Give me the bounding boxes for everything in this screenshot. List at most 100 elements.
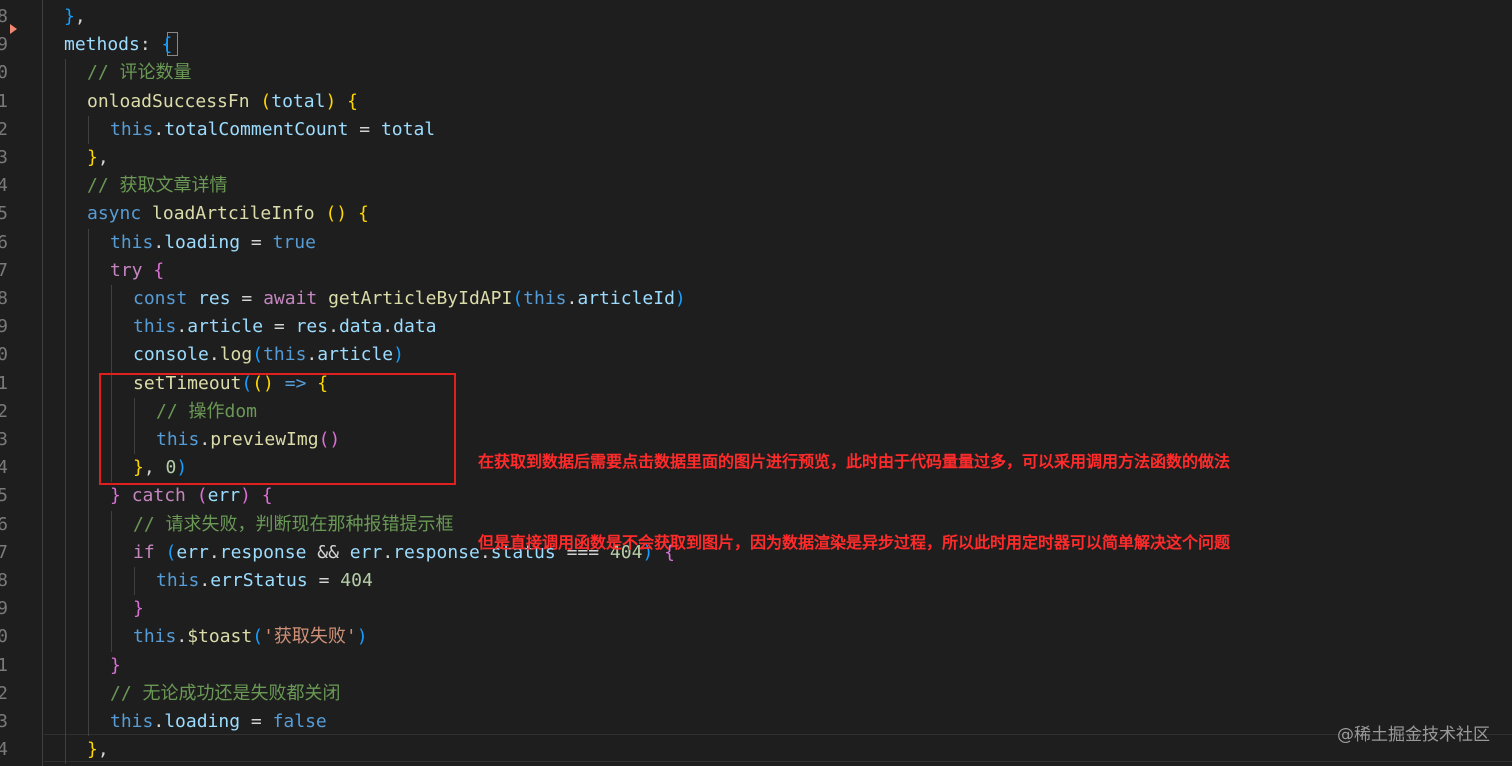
code-line[interactable]: // 评论数量 [87, 59, 192, 87]
code-token: getArticleByIdAPI [328, 288, 513, 309]
line-number: 2 [0, 400, 8, 422]
code-token: , [97, 739, 109, 761]
code-line[interactable]: methods: { [64, 31, 172, 59]
code-token: , [74, 6, 86, 27]
annotation-highlight-box [99, 373, 456, 485]
code-token: async [87, 203, 142, 225]
code-token: ) [674, 288, 686, 309]
code-token: try [110, 259, 143, 281]
code-line[interactable]: this.errStatus = 404 [156, 567, 373, 595]
code-token: } [133, 598, 144, 620]
code-token: // 请求失败，判断现在那种报错提示框 [133, 513, 454, 535]
code-line[interactable]: this.$toast('获取失败') [133, 623, 368, 651]
code-token: response [393, 541, 480, 563]
code-token: loadArtcileInfo [152, 203, 315, 225]
line-number: 5 [0, 485, 8, 507]
code-token: '获取失败' [263, 626, 357, 648]
line-number: 4 [0, 457, 8, 479]
code-line[interactable]: try { [110, 257, 164, 285]
code-line[interactable]: console.log(this.article) [133, 341, 404, 369]
code-token: } [64, 6, 75, 27]
indent-guide [65, 59, 66, 765]
code-line[interactable]: // 获取文章详情 [87, 172, 228, 200]
code-token: totalCommentCount [164, 118, 349, 140]
code-token: // 无论成功还是失败都关闭 [110, 682, 341, 704]
line-number: 6 [0, 231, 8, 253]
current-line-highlight [44, 734, 1512, 762]
line-number: 7 [0, 541, 8, 563]
code-token: ) [393, 344, 404, 366]
code-token: console [133, 344, 209, 366]
code-line[interactable]: // 请求失败，判断现在那种报错提示框 [133, 511, 454, 539]
code-line[interactable]: }, [87, 736, 109, 764]
code-token: ( [252, 344, 264, 366]
line-number: 1 [0, 372, 8, 394]
code-token: { [347, 90, 358, 112]
code-token: res [295, 316, 329, 338]
code-token: ( [196, 485, 208, 507]
watermark: @稀土掘金技术社区 [1337, 725, 1490, 745]
code-token: && [306, 541, 350, 563]
code-line[interactable]: } [110, 652, 121, 680]
code-line[interactable]: }, [64, 3, 86, 31]
line-number: 4 [0, 739, 8, 761]
code-token: // 评论数量 [87, 62, 192, 84]
code-line[interactable]: onloadSuccessFn (total) { [87, 88, 358, 116]
code-token: this [263, 344, 307, 366]
code-token: } [87, 147, 98, 168]
code-line[interactable]: } catch (err) { [110, 482, 273, 510]
code-token: article [187, 316, 264, 338]
code-line[interactable]: this.totalCommentCount = total [110, 116, 435, 144]
code-line[interactable]: // 无论成功还是失败都关闭 [110, 680, 341, 708]
code-token: total [271, 90, 326, 112]
line-number: 9 [0, 34, 8, 56]
code-token: . [176, 626, 188, 648]
code-token: loading [164, 231, 241, 253]
code-token: . [176, 316, 188, 338]
line-number: 3 [0, 147, 8, 168]
code-token: , [97, 147, 109, 168]
code-line[interactable]: const res = await getArticleByIdAPI(this… [133, 285, 686, 313]
line-number: 8 [0, 288, 8, 309]
code-line[interactable]: async loadArtcileInfo () { [87, 200, 369, 228]
code-token: articleId [577, 288, 675, 309]
line-number: 5 [0, 203, 8, 225]
code-line[interactable]: this.loading = true [110, 229, 316, 257]
code-line[interactable]: }, [87, 144, 109, 172]
indent-guide [42, 0, 43, 766]
code-token: . [328, 316, 339, 338]
code-token: article [317, 344, 394, 366]
code-line[interactable]: } [133, 595, 144, 623]
code-token: ( [512, 288, 524, 309]
code-editor[interactable]: 890123456789012345678901234 }, methods: {… [0, 0, 1512, 766]
code-token: { [357, 203, 369, 225]
code-token: onloadSuccessFn [87, 90, 250, 112]
code-token: = [240, 711, 273, 732]
code-token: . [153, 231, 165, 253]
code-token: : [139, 34, 162, 56]
line-number: 9 [0, 598, 8, 620]
indent-guide [134, 567, 135, 596]
code-token: true [272, 231, 316, 253]
code-token: = [307, 570, 341, 591]
code-token: } [110, 485, 121, 507]
code-token: . [208, 541, 220, 563]
code-token: ) [240, 485, 251, 507]
fold-arrow-icon[interactable] [10, 24, 17, 34]
code-line[interactable]: this.article = res.data.data [133, 313, 437, 341]
line-number: 8 [0, 570, 8, 591]
code-token: = [230, 288, 264, 309]
code-token: ( [165, 541, 177, 563]
code-token: . [153, 118, 165, 140]
code-token: await [263, 288, 318, 309]
code-token: 404 [340, 570, 373, 591]
line-number: 6 [0, 513, 8, 535]
code-line[interactable]: this.loading = false [110, 708, 327, 736]
code-token: = [240, 231, 273, 253]
code-token: this [110, 231, 154, 253]
code-token: this [133, 316, 177, 338]
